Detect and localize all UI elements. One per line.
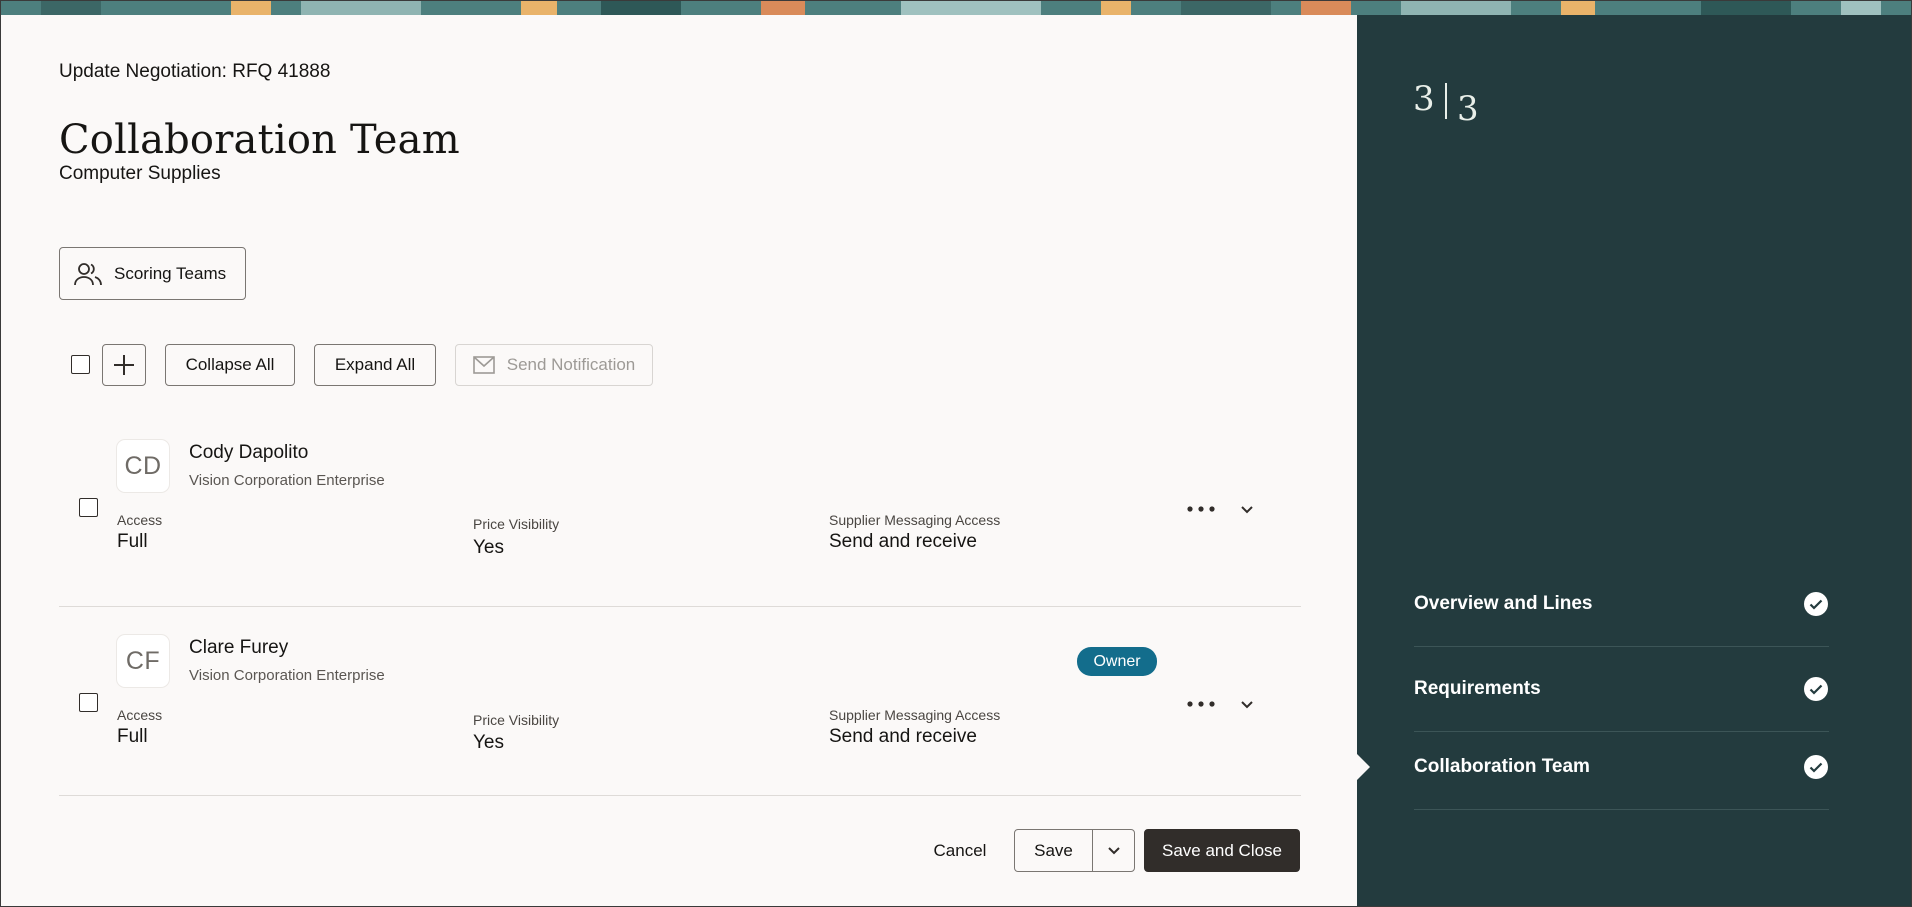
collapse-all-button[interactable]: Collapse All xyxy=(165,344,295,386)
current-step-pointer xyxy=(1357,754,1370,780)
avatar: CF xyxy=(117,635,169,687)
member-name: Clare Furey xyxy=(189,637,289,658)
users-icon xyxy=(74,261,102,287)
expand-member-button[interactable] xyxy=(1237,693,1257,715)
member-checkbox[interactable] xyxy=(79,693,98,712)
step-label: Collaboration Team xyxy=(1414,756,1590,777)
avatar: CD xyxy=(117,440,169,492)
price-visibility-value: Yes xyxy=(473,537,504,558)
step-requirements[interactable]: Requirements xyxy=(1414,669,1829,753)
scoring-teams-label: Scoring Teams xyxy=(114,263,227,283)
more-actions-button[interactable] xyxy=(1183,498,1219,520)
save-and-close-button[interactable]: Save and Close xyxy=(1144,829,1300,872)
member-organization: Vision Corporation Enterprise xyxy=(189,472,385,489)
row-divider xyxy=(59,606,1301,607)
expand-member-button[interactable] xyxy=(1237,498,1257,520)
member-name: Cody Dapolito xyxy=(189,442,309,463)
access-value: Full xyxy=(117,531,148,552)
select-all-checkbox[interactable] xyxy=(71,355,90,374)
step-label: Overview and Lines xyxy=(1414,593,1593,614)
step-divider xyxy=(1414,731,1829,732)
supplier-messaging-label: Supplier Messaging Access xyxy=(829,512,1001,528)
scoring-teams-button[interactable]: Scoring Teams xyxy=(59,247,246,300)
page-subtitle: Computer Supplies xyxy=(59,163,221,184)
add-member-button[interactable] xyxy=(102,344,146,386)
breadcrumb: Update Negotiation: RFQ 41888 xyxy=(59,61,331,82)
check-circle-icon xyxy=(1803,676,1829,702)
check-circle-icon xyxy=(1803,754,1829,780)
step-overview-and-lines[interactable]: Overview and Lines xyxy=(1414,584,1829,668)
supplier-messaging-value: Send and receive xyxy=(829,531,977,552)
chevron-down-icon xyxy=(1107,846,1121,855)
app-window: Update Negotiation: RFQ 41888 Collaborat… xyxy=(0,0,1912,907)
send-notification-button[interactable]: Send Notification xyxy=(455,344,653,386)
step-collaboration-team[interactable]: Collaboration Team xyxy=(1414,747,1829,831)
chevron-down-icon xyxy=(1240,505,1254,514)
expand-all-button[interactable]: Expand All xyxy=(314,344,436,386)
supplier-messaging-value: Send and receive xyxy=(829,726,977,747)
mail-icon xyxy=(472,356,495,374)
access-label: Access xyxy=(117,512,163,528)
check-circle-icon xyxy=(1803,591,1829,617)
price-visibility-label: Price Visibility xyxy=(473,712,560,728)
price-visibility-value: Yes xyxy=(473,732,504,753)
member-organization: Vision Corporation Enterprise xyxy=(189,667,385,684)
price-visibility-label: Price Visibility xyxy=(473,516,560,532)
ellipsis-icon xyxy=(1187,701,1215,707)
save-button[interactable]: Save xyxy=(1014,829,1093,872)
row-divider xyxy=(59,795,1301,796)
page-title: Collaboration Team xyxy=(59,117,460,163)
owner-badge: Owner xyxy=(1077,647,1157,676)
access-value: Full xyxy=(117,726,148,747)
decorative-banner xyxy=(1,1,1911,15)
member-checkbox[interactable] xyxy=(79,498,98,517)
save-options-button[interactable] xyxy=(1092,829,1135,872)
send-notification-label: Send Notification xyxy=(506,355,636,374)
chevron-down-icon xyxy=(1240,700,1254,709)
cancel-button[interactable]: Cancel xyxy=(917,830,1003,872)
access-label: Access xyxy=(117,707,163,723)
step-divider xyxy=(1414,809,1829,810)
more-actions-button[interactable] xyxy=(1183,693,1219,715)
supplier-messaging-label: Supplier Messaging Access xyxy=(829,707,1001,723)
app-logo: 3 3 xyxy=(1413,79,1479,129)
step-label: Requirements xyxy=(1414,678,1541,699)
plus-icon xyxy=(113,354,135,376)
ellipsis-icon xyxy=(1187,506,1215,512)
step-divider xyxy=(1414,646,1829,647)
